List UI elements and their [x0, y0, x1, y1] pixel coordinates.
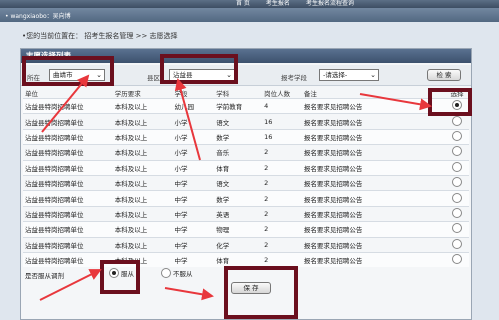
arrow-to-county [174, 78, 201, 161]
annotation-arrows [39, 74, 432, 301]
arrow-to-region [41, 74, 90, 133]
arrow-to-save [164, 287, 214, 301]
arrow-to-select [359, 93, 432, 111]
arrow-to-obey [39, 269, 102, 301]
